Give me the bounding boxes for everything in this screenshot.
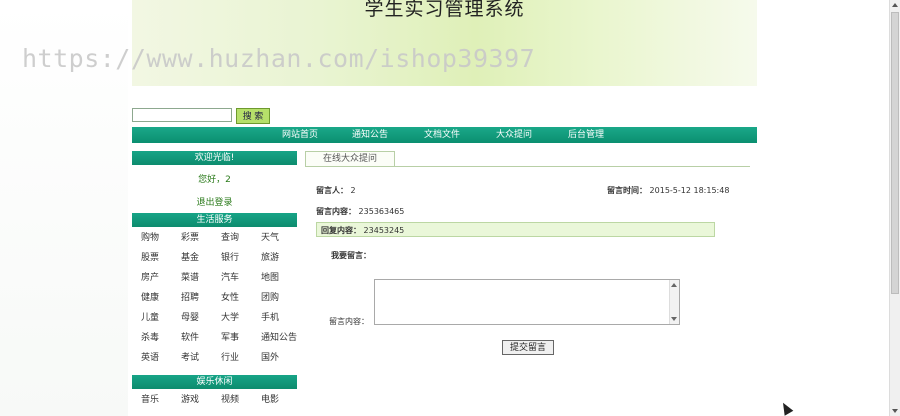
entertainment-grid: 音乐 游戏 视频 电影 [132, 390, 297, 410]
greeting-text: 您好，2 [198, 175, 231, 185]
welcome-header: 欢迎光临! [132, 151, 297, 165]
scroll-up-icon[interactable] [892, 3, 898, 7]
submit-message-button[interactable]: 提交留言 [502, 340, 554, 355]
services-grid: 购物 彩票 查询 天气 股票 基金 银行 旅游 房产 菜谱 汽车 地图 健康 招… [132, 228, 297, 368]
service-link[interactable]: 彩票 [172, 228, 212, 248]
nav-notices[interactable]: 通知公告 [352, 127, 388, 143]
page-scrollbar[interactable] [889, 0, 900, 416]
service-link[interactable]: 地图 [252, 268, 292, 288]
nav-admin[interactable]: 后台管理 [568, 127, 604, 143]
service-link[interactable]: 国外 [252, 348, 292, 368]
service-link[interactable]: 杀毒 [132, 328, 172, 348]
textarea-scrollbar[interactable] [669, 280, 679, 324]
service-link[interactable]: 银行 [212, 248, 252, 268]
services-row: 英语 考试 行业 国外 [132, 348, 297, 368]
service-link[interactable]: 软件 [172, 328, 212, 348]
entertainment-header: 娱乐休闲 [132, 375, 297, 389]
service-link[interactable]: 查询 [212, 228, 252, 248]
scroll-up-icon[interactable] [671, 283, 677, 287]
nav-home[interactable]: 网站首页 [282, 127, 318, 143]
services-row: 股票 基金 银行 旅游 [132, 248, 297, 268]
service-link[interactable]: 儿童 [132, 308, 172, 328]
scroll-down-icon[interactable] [892, 409, 898, 413]
page-title: 学生实习管理系统 [364, 0, 525, 20]
service-link[interactable]: 母婴 [172, 308, 212, 328]
scrollbar-thumb[interactable] [891, 12, 899, 294]
service-link[interactable]: 招聘 [172, 288, 212, 308]
search-input[interactable] [132, 108, 232, 122]
service-link[interactable]: 女性 [212, 288, 252, 308]
service-link[interactable]: 健康 [132, 288, 172, 308]
service-link[interactable]: 房产 [132, 268, 172, 288]
reply-value: 23453245 [363, 226, 405, 235]
nav-documents[interactable]: 文档文件 [424, 127, 460, 143]
services-row: 健康 招聘 女性 团购 [132, 288, 297, 308]
service-link[interactable]: 英语 [132, 348, 172, 368]
services-row: 房产 菜谱 汽车 地图 [132, 268, 297, 288]
service-link[interactable]: 手机 [252, 308, 292, 328]
services-row: 儿童 母婴 大学 手机 [132, 308, 297, 328]
my-message-label: 我要留言： [331, 251, 371, 260]
author-label: 留言人： [316, 186, 348, 195]
entertainment-row: 音乐 游戏 视频 电影 [132, 390, 297, 410]
entertainment-link[interactable]: 电影 [252, 390, 292, 410]
service-link[interactable]: 汽车 [212, 268, 252, 288]
service-link[interactable]: 股票 [132, 248, 172, 268]
time-value: 2015-5-12 18:15:48 [649, 186, 730, 195]
service-link[interactable]: 旅游 [252, 248, 292, 268]
service-link[interactable]: 军事 [212, 328, 252, 348]
reply-row: 回复内容： 23453245 [321, 225, 404, 236]
top-nav: 网站首页 通知公告 文档文件 大众提问 后台管理 [132, 127, 757, 143]
content-value: 235363465 [358, 207, 405, 216]
service-link[interactable]: 考试 [172, 348, 212, 368]
entertainment-link[interactable]: 音乐 [132, 390, 172, 410]
reply-label: 回复内容： [321, 226, 361, 235]
services-header: 生活服务 [132, 213, 297, 227]
services-row: 杀毒 软件 军事 通知公告 [132, 328, 297, 348]
author-row: 留言人： 2 [316, 185, 356, 196]
logout-link[interactable]: 退出登录 [132, 195, 297, 208]
service-link[interactable]: 通知公告 [252, 328, 297, 348]
tab-online-questions[interactable]: 在线大众提问 [305, 151, 395, 166]
content-row: 留言内容： 235363465 [316, 206, 404, 217]
service-link[interactable]: 大学 [212, 308, 252, 328]
entertainment-link[interactable]: 游戏 [172, 390, 212, 410]
message-field-label: 留言内容： [329, 317, 369, 326]
service-link[interactable]: 购物 [132, 228, 172, 248]
message-textarea[interactable] [374, 279, 680, 325]
reply-box: 回复内容： 23453245 [316, 222, 715, 237]
scroll-down-icon[interactable] [671, 317, 677, 321]
search-button[interactable]: 搜 索 [236, 108, 270, 124]
header-banner: 学生实习管理系统 [132, 0, 757, 86]
entertainment-link[interactable]: 视频 [212, 390, 252, 410]
services-row: 购物 彩票 查询 天气 [132, 228, 297, 248]
service-link[interactable]: 团购 [252, 288, 292, 308]
nav-questions[interactable]: 大众提问 [496, 127, 532, 143]
mouse-cursor-icon [778, 400, 794, 416]
service-link[interactable]: 菜谱 [172, 268, 212, 288]
service-link[interactable]: 基金 [172, 248, 212, 268]
service-link[interactable]: 行业 [212, 348, 252, 368]
content-label: 留言内容： [316, 207, 356, 216]
tab-divider [305, 166, 750, 167]
author-value: 2 [350, 186, 356, 195]
watermark-text: https://www.huzhan.com/ishop39397 [22, 44, 536, 73]
time-label: 留言时间： [607, 186, 647, 195]
service-link[interactable]: 天气 [252, 228, 292, 248]
time-row: 留言时间： 2015-5-12 18:15:48 [607, 185, 729, 196]
